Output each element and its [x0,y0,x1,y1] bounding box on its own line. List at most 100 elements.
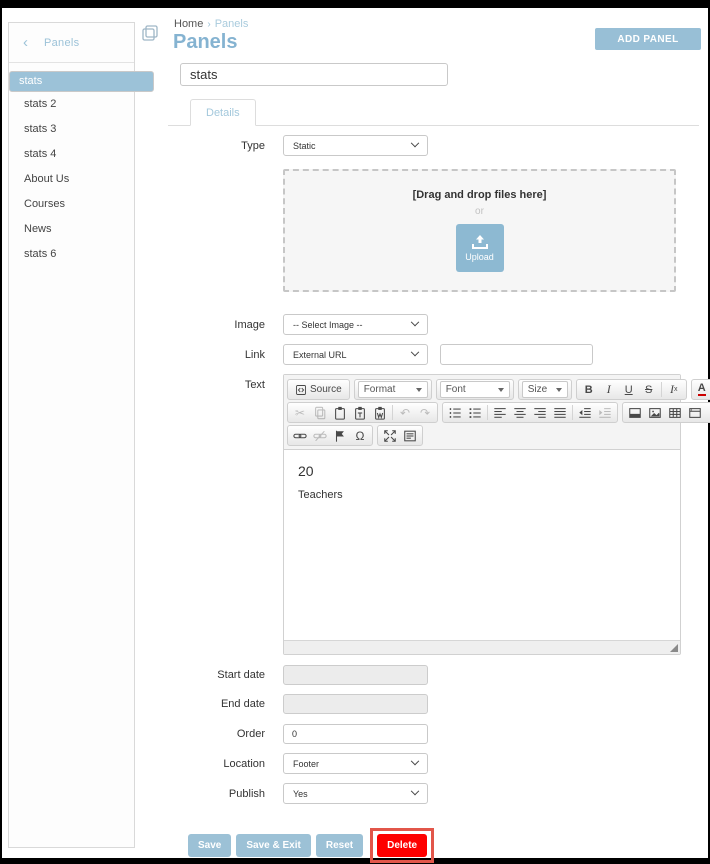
italic-button[interactable]: I [599,381,619,398]
panel-form: Type Static [Drag and drop files here] o… [168,135,702,804]
editor-content[interactable]: 20Teachers [284,450,680,640]
toolbar-row: Ω [287,425,677,446]
remove-format-button[interactable]: Ix [664,381,684,398]
iframe-icon [688,406,702,420]
link-type-select[interactable]: External URL [283,344,428,365]
toolbar-group [442,402,618,423]
paste-text-icon [353,406,367,420]
cut-button: ✂ [290,404,310,421]
font-combo[interactable]: Font [440,381,510,398]
back-chevron-icon: ‹ [23,35,28,50]
pages-icon[interactable] [140,24,160,44]
type-select[interactable]: Static [283,135,428,156]
underline-button[interactable]: U [619,381,639,398]
toolbar-group: Ω [287,425,373,446]
sidebar-item-stats-3[interactable]: stats 3 [9,117,134,142]
publish-select[interactable]: Yes [283,783,428,804]
toolbar-group: AA [691,379,710,400]
upload-button[interactable]: Upload [456,224,504,272]
outdent-button[interactable] [575,404,595,421]
publish-select-value: Yes [293,789,308,799]
image-select-value: -- Select Image -- [293,320,363,330]
anchor-button[interactable] [330,427,350,444]
iframe-button[interactable] [685,404,705,421]
sidebar-list: statsstats 2stats 3stats 4About UsCourse… [9,71,134,267]
publish-label: Publish [192,788,265,800]
link-label: Link [192,349,265,361]
size-combo[interactable]: Size [522,381,568,398]
paste-button[interactable] [330,404,350,421]
align-center-icon [513,406,527,420]
panel-name-input[interactable] [180,63,448,86]
tab-details[interactable]: Details [190,99,256,126]
undo-icon: ↶ [400,407,410,419]
source-button[interactable]: Source [290,381,347,398]
toolbar-group [622,402,710,423]
sidebar-item-stats[interactable]: stats [9,71,154,92]
order-label: Order [192,728,265,740]
link-url-input[interactable] [440,344,593,365]
order-input[interactable] [283,724,428,744]
image-icon [648,406,662,420]
end-date-label: End date [192,698,265,710]
audio-button[interactable] [705,404,710,421]
link-button[interactable] [290,427,310,444]
dropzone-text: [Drag and drop files here] [285,189,674,201]
media-button[interactable] [625,404,645,421]
file-dropzone[interactable]: [Drag and drop files here] or Upload [283,169,676,292]
show-blocks-button[interactable] [400,427,420,444]
save-button[interactable]: Save [188,834,231,857]
sidebar-item-about-us[interactable]: About Us [9,167,134,192]
bulleted-list-button[interactable] [465,404,485,421]
resize-handle-icon[interactable] [670,644,678,652]
paste-text-button[interactable] [350,404,370,421]
numbered-list-button[interactable] [445,404,465,421]
editor-text-line: 20 [298,463,666,479]
align-justify-button[interactable] [550,404,570,421]
paste-word-button[interactable] [370,404,390,421]
delete-button[interactable]: Delete [377,834,427,857]
text-label: Text [192,374,265,391]
breadcrumb-home-link[interactable]: Home [174,18,203,30]
rich-text-editor: SourceFormatFontSizeBIUSIxAA✂↶↷Ω 20Teach… [283,374,681,655]
format-combo[interactable]: Format [358,381,428,398]
align-left-icon [493,406,507,420]
sidebar-item-courses[interactable]: Courses [9,192,134,217]
numbered-list-icon [448,406,462,420]
align-right-button[interactable] [530,404,550,421]
align-center-button[interactable] [510,404,530,421]
image-button[interactable] [645,404,665,421]
location-select[interactable]: Footer [283,753,428,774]
sidebar-item-stats-4[interactable]: stats 4 [9,142,134,167]
toolbar-group: Size [518,379,572,400]
tab-bar: Details [168,99,699,126]
sidebar-item-stats-6[interactable]: stats 6 [9,242,134,267]
chevron-down-icon [411,138,419,146]
special-char-icon: Ω [356,430,365,442]
undo-button: ↶ [395,404,415,421]
add-panel-button[interactable]: ADD PANEL [595,28,701,50]
paste-icon [333,406,347,420]
reset-button[interactable]: Reset [316,834,363,857]
copy-button [310,404,330,421]
align-left-button[interactable] [490,404,510,421]
unlink-button [310,427,330,444]
save-exit-button[interactable]: Save & Exit [236,834,310,857]
bold-button[interactable]: B [579,381,599,398]
special-char-button[interactable]: Ω [350,427,370,444]
strike-button[interactable]: S [639,381,659,398]
toolbar-group: ✂↶↷ [287,402,438,423]
toolbar-row: SourceFormatFontSizeBIUSIxAA [287,379,677,400]
type-label: Type [192,140,265,152]
table-button[interactable] [665,404,685,421]
image-select[interactable]: -- Select Image -- [283,314,428,335]
unlink-icon [313,429,327,443]
table-icon [668,406,682,420]
toolbar-separator [487,405,488,420]
sidebar-item-news[interactable]: News [9,217,134,242]
font-combo-label: Font [446,384,466,395]
text-color-button[interactable]: A [694,381,710,398]
sidebar-item-stats-2[interactable]: stats 2 [9,92,134,117]
maximize-button[interactable] [380,427,400,444]
sidebar-header[interactable]: ‹ Panels [9,23,134,63]
